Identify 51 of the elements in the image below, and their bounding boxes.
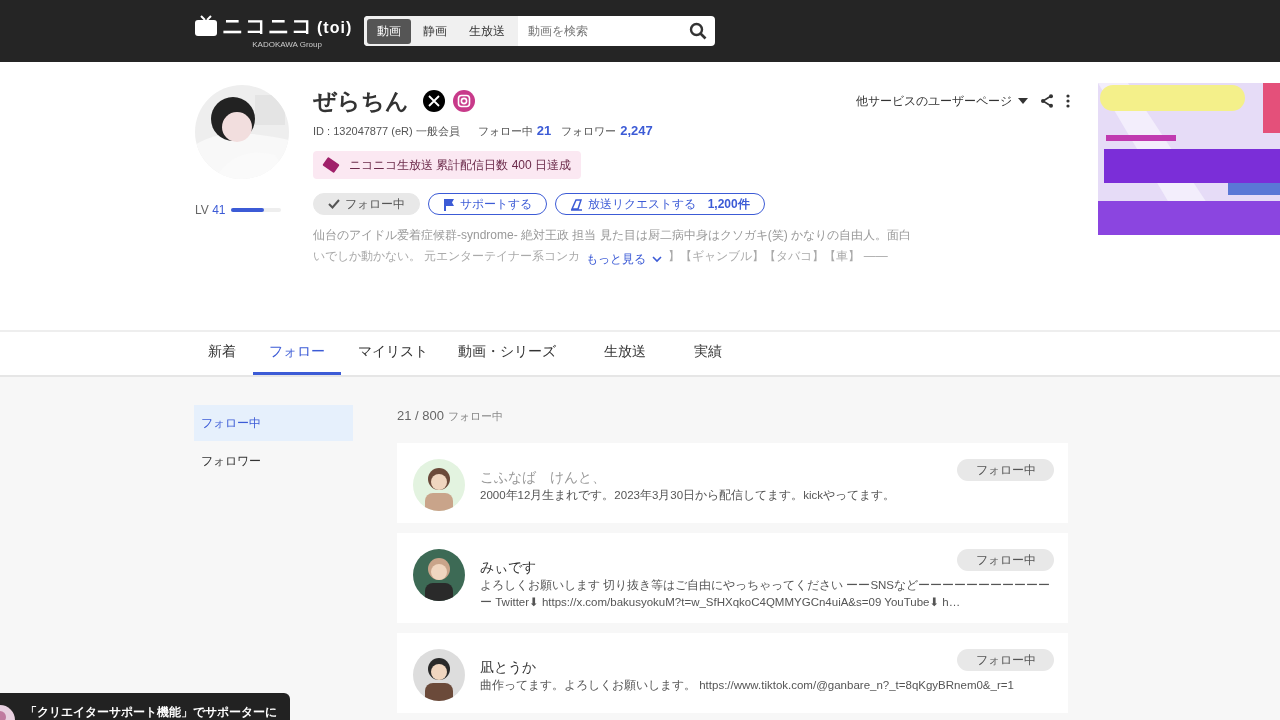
toast-text: 「クリエイターサポート機能」でサポーターに xyxy=(25,705,277,720)
flag-icon xyxy=(443,197,455,211)
check-icon xyxy=(328,199,340,209)
search-tab[interactable]: 静画 xyxy=(413,18,458,44)
following-button[interactable]: フォロー中 xyxy=(957,649,1054,671)
followers-label: フォロワー xyxy=(561,124,617,139)
following-label: フォロー中 xyxy=(477,124,533,139)
chevron-down-icon xyxy=(652,256,663,263)
user-card[interactable]: みぃです フォロー中 よろしくお願いします 切り抜き等はご自由にやっちゃってください ーーSNSなどーーーーーーーーーーーー Twitter⬇ https://x.com/bakusyokuM?t=w_SfHXqkoC4QMMYGCn4uiA&s=09 YouTube⬇ h… xyxy=(397,533,1068,623)
user-name[interactable]: みぃです xyxy=(480,559,536,577)
profile-description: 仙台のアイドル爱着症候群-syndrome- 絶対王政 担当 見た目は厨二病中身はクソガキ(笑) かなりの自由人。面白 xyxy=(313,227,912,244)
followers-count[interactable]: 2,247 xyxy=(620,123,653,138)
instagram-icon[interactable] xyxy=(453,90,475,112)
level-label: LV 41 xyxy=(195,203,226,217)
following-button[interactable]: フォロー中 xyxy=(957,549,1054,571)
x-icon[interactable] xyxy=(423,90,445,112)
following-button[interactable]: フォロー中 xyxy=(957,459,1054,481)
logo-subtitle: KADOKAWA Group xyxy=(252,39,322,49)
support-button[interactable]: サポートする xyxy=(428,193,547,215)
share-icon[interactable] xyxy=(1040,94,1054,108)
profile-tab[interactable]: 新着 xyxy=(195,332,249,375)
profile-description: いでしか動かない。 元エンターテイナー系コンカ xyxy=(313,248,581,265)
request-button[interactable]: 放送リクエストする 1,200件 xyxy=(555,193,765,215)
user-card[interactable]: 凪とうか フォロー中 曲作ってます。よろしくお願いします。 https://www.tiktok.com/@ganbare_n?_t=8qKgyBRnem0&_r=1 xyxy=(397,633,1068,713)
sidebar-item[interactable]: フォロー中 xyxy=(194,405,353,441)
search-tab[interactable]: 生放送 xyxy=(459,18,516,44)
user-name: ぜらちん xyxy=(313,86,409,116)
search-tab[interactable]: 動画 xyxy=(367,18,412,44)
badge-text: ニコニコ生放送 累計配信日数 400 日達成 xyxy=(349,156,572,174)
following-count[interactable]: 21 xyxy=(536,123,552,138)
site-logo[interactable]: ニコニコ(toi) xyxy=(222,13,353,40)
user-id: ID : 132047877 (eR) 一般会員 xyxy=(313,124,460,139)
profile-tab[interactable]: 実績 xyxy=(681,332,735,375)
follow-count: 21 / 800 フォロー中 xyxy=(397,408,504,424)
profile-tab[interactable]: 動画・シリーズ xyxy=(445,332,569,375)
search-icon[interactable] xyxy=(689,22,708,40)
caret-icon xyxy=(1018,98,1028,104)
profile-tab[interactable]: マイリスト xyxy=(345,332,441,375)
user-card[interactable]: こふなば けんと、 フォロー中 2000年12月生まれです。2023年3月30日から配信してます。kickやってます。 xyxy=(397,443,1068,523)
sidebar-item[interactable]: フォロワー xyxy=(194,443,353,479)
profile-description: 】【ギャンブル】【タバコ】【車】 —— xyxy=(668,248,888,265)
user-description: 2000年12月生まれです。2023年3月30日から配信してます。kickやってます。 xyxy=(480,488,896,503)
more-icon[interactable] xyxy=(1066,94,1070,108)
tv-icon xyxy=(194,13,218,38)
profile-tab[interactable]: 生放送 xyxy=(591,332,659,375)
other-services-dropdown[interactable]: 他サービスのユーザーページ xyxy=(856,92,1028,110)
user-description: よろしくお願いします 切り抜き等はご自由にやっちゃってください ーーSNSなどーーーーーーーーーーーー Twitter⬇ https://x.com/bakusyokuM?t=w_SfHXqkoC4QMMYGCn4uiA&s=09 YouTube⬇ h… xyxy=(480,578,1052,610)
profile-tab[interactable]: フォロー xyxy=(253,332,341,375)
follow-button[interactable]: フォロー中 xyxy=(313,193,420,215)
user-name[interactable]: 凪とうか xyxy=(480,659,536,677)
user-description: 曲作ってます。よろしくお願いします。 https://www.tiktok.com/@ganbare_n?_t=8qKgyBRnem0&_r=1 xyxy=(480,678,1015,693)
